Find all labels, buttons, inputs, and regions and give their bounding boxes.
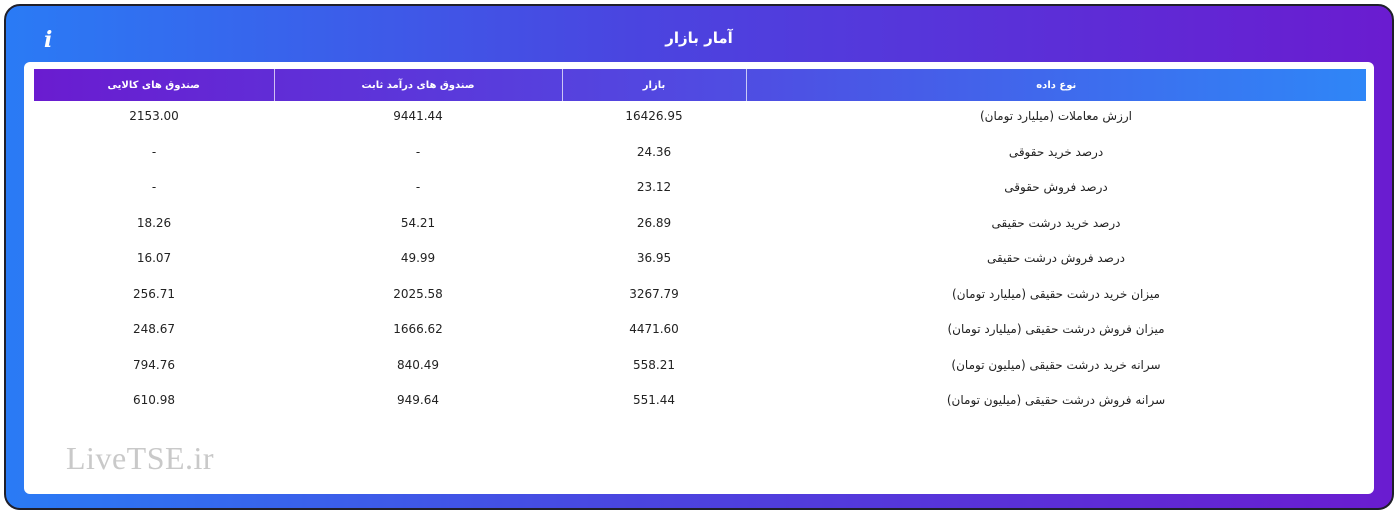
table-row: درصد خرید حقوقی 24.36 - - xyxy=(34,137,1366,173)
cell-data-type: ارزش معاملات (میلیارد تومان) xyxy=(979,109,1132,123)
column-header-data-type: نوع داده xyxy=(745,69,1366,101)
table-row: میزان فروش درشت حقیقی (میلیارد تومان) 447… xyxy=(34,314,1366,350)
cell-market: 36.95 xyxy=(636,251,672,265)
cell-commodity: 610.98 xyxy=(133,393,175,407)
cell-fixed-income: 9441.44 xyxy=(393,109,443,123)
table-header-row: نوع داده بازار صندوق های درآمد ثابت صندو… xyxy=(34,69,1366,101)
widget-header: آمار بازار i xyxy=(6,6,1392,62)
cell-market: 558.21 xyxy=(633,357,675,372)
table-row: ارزش معاملات (میلیارد تومان) 16426.95 9441… xyxy=(34,101,1366,137)
cell-market: 24.36 xyxy=(636,144,672,159)
info-icon[interactable]: i xyxy=(44,28,58,52)
cell-fixed-income: 54.21 xyxy=(400,215,436,230)
cell-fixed-income: 2025.58 xyxy=(393,286,443,301)
cell-commodity: - xyxy=(151,180,157,194)
table-row: درصد خرید درشت حقیقی 26.89 54.21 18.26 xyxy=(34,208,1366,244)
cell-fixed-income: - xyxy=(415,144,421,159)
cell-data-type: سرانه خرید درشت حقیقی (میلیون تومان) xyxy=(951,357,1161,372)
cell-fixed-income: - xyxy=(415,180,421,194)
column-header-fixed-income-funds: صندوق های درآمد ثابت xyxy=(273,69,562,101)
widget-title: آمار بازار xyxy=(665,29,733,47)
cell-market: 23.12 xyxy=(636,180,672,194)
cell-market: 26.89 xyxy=(636,215,672,230)
table-row: درصد فروش درشت حقیقی 36.95 49.99 16.07 xyxy=(34,243,1366,279)
cell-commodity: 794.76 xyxy=(133,357,175,372)
cell-commodity: 18.26 xyxy=(136,215,172,230)
cell-market: 551.44 xyxy=(633,393,675,407)
cell-fixed-income: 840.49 xyxy=(397,357,439,372)
cell-commodity: 2153.00 xyxy=(129,109,179,123)
cell-data-type: میزان خرید درشت حقیقی (میلیارد تومان) xyxy=(952,286,1160,301)
market-stats-widget: آمار بازار i نوع داده بازار صندوق های در… xyxy=(4,4,1394,510)
table-panel: نوع داده بازار صندوق های درآمد ثابت صندو… xyxy=(24,62,1374,494)
cell-commodity: 248.67 xyxy=(133,322,175,336)
table-row: درصد فروش حقوقی 23.12 - - xyxy=(34,172,1366,208)
cell-commodity: 16.07 xyxy=(136,251,172,265)
table-row: میزان خرید درشت حقیقی (میلیارد تومان) 326… xyxy=(34,279,1366,315)
cell-fixed-income: 949.64 xyxy=(397,393,439,407)
cell-data-type: درصد خرید حقوقی xyxy=(1008,144,1104,159)
cell-data-type: میزان فروش درشت حقیقی (میلیارد تومان) xyxy=(947,322,1165,336)
cell-data-type: درصد فروش درشت حقیقی xyxy=(986,251,1126,265)
market-stats-table: نوع داده بازار صندوق های درآمد ثابت صندو… xyxy=(34,69,1366,421)
table-row: سرانه خرید درشت حقیقی (میلیون تومان) 558.… xyxy=(34,350,1366,386)
cell-fixed-income: 1666.62 xyxy=(393,322,443,336)
column-header-commodity-funds: صندوق های کالایی xyxy=(107,79,200,91)
watermark-logo: LiveTSE.ir xyxy=(66,440,215,476)
cell-commodity: - xyxy=(151,144,157,159)
cell-market: 16426.95 xyxy=(625,109,683,123)
column-header-market: بازار xyxy=(561,69,746,101)
cell-data-type: سرانه فروش درشت حقیقی (میلیون تومان) xyxy=(946,393,1166,407)
cell-commodity: 256.71 xyxy=(133,286,175,301)
cell-data-type: درصد فروش حقوقی xyxy=(1004,180,1108,194)
cell-data-type: درصد خرید درشت حقیقی xyxy=(991,215,1121,230)
cell-market: 3267.79 xyxy=(629,286,679,301)
cell-market: 4471.60 xyxy=(629,322,679,336)
cell-fixed-income: 49.99 xyxy=(400,251,436,265)
table-row: سرانه فروش درشت حقیقی (میلیون تومان) 551.… xyxy=(34,385,1366,421)
